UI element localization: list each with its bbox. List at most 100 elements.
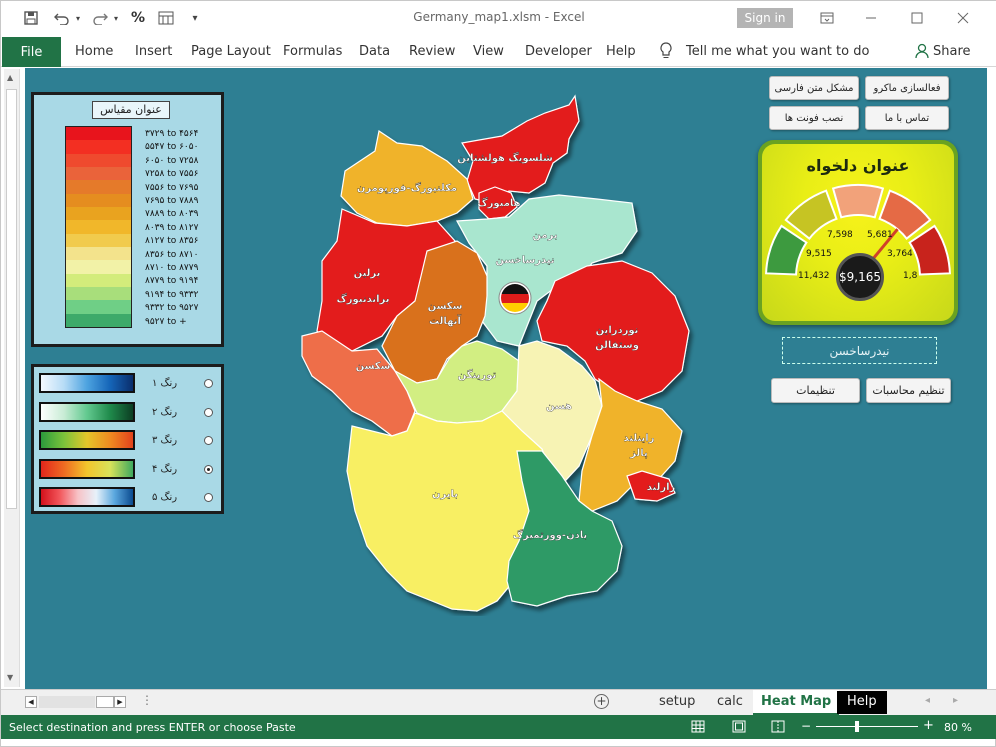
gauge-segment (908, 224, 951, 276)
page-break-view-icon[interactable] (771, 720, 785, 736)
tab-formulas[interactable]: Formulas (283, 44, 342, 59)
legend-swatch (66, 286, 131, 301)
sheet-tabs-bar: ◀ ▶ ⋮ + setup calc Heat Map Help ◂ ▸ (1, 689, 996, 715)
scroll-right-icon[interactable]: ▶ (114, 696, 126, 708)
tab-insert[interactable]: Insert (135, 44, 172, 59)
install-fonts-button[interactable]: نصب فونت ها (769, 106, 859, 130)
color-scheme-radio[interactable] (204, 407, 213, 417)
enable-macro-button[interactable]: فعالسازی ماکرو (865, 76, 949, 100)
tab-data[interactable]: Data (359, 44, 390, 59)
legend-range-label: ۸۷۷۹ to ۹۱۹۴ (145, 276, 199, 287)
map-region-label: شلسویگ هولشتاین (457, 152, 553, 164)
legend-swatch (66, 246, 131, 261)
zoom-level[interactable]: 80 % (944, 721, 972, 734)
persian-text-problem-button[interactable]: مشکل متن فارسی (769, 76, 859, 100)
sheet-tab-calc[interactable]: calc (717, 694, 743, 709)
scroll-left-icon[interactable]: ◀ (25, 696, 37, 708)
tab-file[interactable]: File (2, 37, 61, 67)
calc-settings-button[interactable]: تنظیم محاسبات (866, 378, 951, 403)
tab-help[interactable]: Help (606, 44, 636, 59)
tab-developer[interactable]: Developer (525, 44, 592, 59)
tab-home[interactable]: Home (75, 44, 113, 59)
color-scheme-radio[interactable] (204, 493, 213, 502)
percent-style-button[interactable]: % (129, 10, 147, 26)
share-person-icon[interactable] (915, 43, 929, 62)
undo-dropdown-icon[interactable]: ▾ (74, 10, 82, 26)
color-scheme-gradient[interactable] (39, 401, 135, 422)
legend-swatch (66, 313, 131, 327)
gauge-label: 11,432 (798, 271, 830, 281)
gauge-segment (765, 224, 808, 276)
color-scheme-panel: رنگ ۱ رنگ ۲ رنگ ۳ رنگ ۴ رنگ ۵ (31, 364, 224, 514)
scroll-down-icon[interactable]: ▼ (7, 673, 13, 682)
maximize-icon[interactable] (903, 7, 931, 29)
settings-button[interactable]: تنظیمات (771, 378, 860, 403)
legend-range-label: ۸۰۳۹ to ۸۱۲۷ (145, 222, 199, 233)
legend-swatch (66, 273, 131, 287)
color-scheme-gradient[interactable] (39, 487, 135, 507)
map-region-label: پالز (629, 448, 648, 459)
map-region-label: سکسن (428, 301, 463, 312)
color-scheme-radio[interactable] (204, 379, 213, 388)
sign-in-button[interactable]: Sign in (737, 8, 793, 28)
color-scheme-gradient[interactable] (39, 430, 135, 450)
new-sheet-icon[interactable]: + (594, 694, 609, 709)
tabs-prev-icon[interactable]: ◂ (925, 695, 930, 706)
undo-icon[interactable] (51, 10, 73, 26)
zoom-slider-thumb[interactable] (855, 721, 859, 732)
share-button[interactable]: Share (933, 44, 971, 59)
sheet-tab-setup[interactable]: setup (659, 694, 695, 709)
minimize-icon[interactable] (857, 7, 885, 29)
tab-page-layout[interactable]: Page Layout (191, 44, 271, 59)
legend-range-label: ۸۳۵۶ to ۸۷۱۰ (145, 249, 199, 260)
normal-view-icon[interactable] (691, 720, 705, 736)
map-region-label: نیدرساخسن (495, 255, 554, 266)
tab-split-handle[interactable]: ⋮ (141, 693, 153, 707)
redo-dropdown-icon[interactable]: ▾ (112, 10, 120, 26)
legend-swatch (66, 193, 131, 207)
color-scheme-radio[interactable] (204, 436, 213, 445)
zoom-out-icon[interactable]: − (801, 719, 811, 733)
customize-qat-icon[interactable]: ▾ (189, 10, 201, 26)
contact-us-button[interactable]: تماس با ما (865, 106, 949, 130)
redo-icon[interactable] (89, 10, 111, 26)
map-region-label: سکسن (356, 361, 391, 372)
gauge-label: 9,515 (806, 249, 832, 259)
ribbon-tabs: File Home Insert Page Layout Formulas Da… (1, 35, 996, 67)
tab-review[interactable]: Review (409, 44, 455, 59)
color-scheme-gradient[interactable] (39, 458, 135, 479)
vertical-scrollbar[interactable]: ▲ ▼ (4, 69, 20, 687)
legend-swatch (66, 180, 131, 194)
close-icon[interactable] (949, 7, 977, 29)
vertical-scroll-thumb[interactable] (6, 89, 17, 509)
color-scheme-label: رنگ ۳ (152, 435, 178, 446)
map-region-label: وستفالن (595, 340, 639, 351)
map-region-label: برلین (354, 268, 381, 279)
color-scheme-gradient[interactable] (39, 373, 135, 393)
selected-region-cell[interactable]: نیدرساخسن (782, 337, 937, 364)
legend-inner: عنوان مقیاس ۳۷۲۹ to ۴۵۶۴ ۵۵۴۷ to ۶۰۵۰ ۶۰۵۰… (34, 95, 221, 344)
format-icon[interactable] (157, 10, 175, 26)
tab-view[interactable]: View (473, 44, 504, 59)
color-scheme-radio[interactable] (204, 464, 213, 474)
zoom-in-icon[interactable]: + (923, 718, 934, 733)
tell-me-search[interactable]: Tell me what you want to do (686, 44, 869, 59)
gauge-label: 1,8 (903, 271, 918, 281)
sheet-tab-heat-map[interactable]: Heat Map (753, 690, 840, 715)
scroll-up-icon[interactable]: ▲ (7, 73, 13, 82)
map-region[interactable] (461, 94, 580, 204)
page-layout-view-icon[interactable] (732, 720, 746, 736)
horizontal-scroll-track[interactable] (39, 696, 95, 708)
map-region[interactable] (340, 130, 474, 227)
sheet-tab-help[interactable]: Help (837, 691, 887, 714)
tabs-next-icon[interactable]: ▸ (953, 695, 958, 706)
legend-range-label: ۹۱۹۴ to ۹۳۳۲ (145, 289, 199, 300)
status-bar: Select destination and press ENTER or ch… (1, 715, 996, 739)
legend-swatch (66, 260, 131, 274)
zoom-slider-track[interactable] (816, 726, 918, 727)
save-icon[interactable] (23, 10, 39, 26)
map-region-label: براندنبورگ (336, 292, 389, 305)
horizontal-scroll-thumb[interactable] (96, 696, 114, 708)
ribbon-display-options-icon[interactable] (813, 7, 841, 29)
legend-swatch (66, 153, 131, 167)
